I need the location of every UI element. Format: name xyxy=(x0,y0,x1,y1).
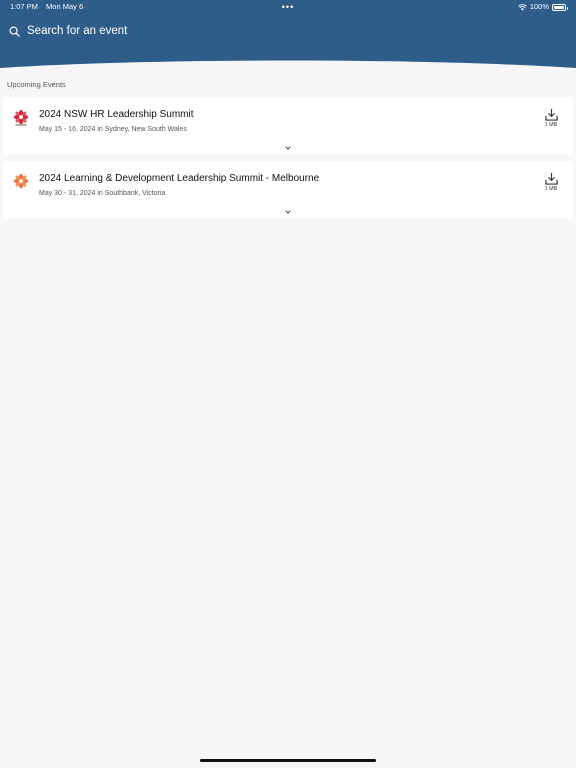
event-logo xyxy=(13,109,29,126)
download-icon xyxy=(544,173,558,185)
section-title: Upcoming Events xyxy=(7,80,66,89)
wifi-icon xyxy=(517,3,527,11)
event-card[interactable]: 2024 Learning & Development Leadership S… xyxy=(3,161,573,219)
status-time: 1:07 PM xyxy=(10,2,38,11)
event-title[interactable]: 2024 NSW HR Leadership Summit xyxy=(39,109,194,120)
status-right: 100% xyxy=(517,0,568,14)
status-bar: 1:07 PM Mon May 6 ••• 100% xyxy=(0,0,576,14)
search-icon xyxy=(9,26,20,37)
battery-icon xyxy=(552,3,568,11)
event-subtitle: May 15 - 16, 2024 in Sydney, New South W… xyxy=(39,126,187,133)
event-logo xyxy=(13,173,29,189)
multitasking-dots[interactable]: ••• xyxy=(282,0,294,14)
header-wave xyxy=(0,60,576,72)
download-size: 1 MB xyxy=(544,186,558,192)
event-subtitle: May 30 - 31, 2024 in Southbank, Victoria xyxy=(39,190,166,197)
download-button[interactable]: 1 MB xyxy=(541,173,561,192)
battery-percent: 100% xyxy=(529,2,549,11)
search-input[interactable]: Search for an event xyxy=(27,25,127,37)
event-title[interactable]: 2024 Learning & Development Leadership S… xyxy=(39,173,319,184)
battery-fill xyxy=(554,5,564,9)
status-left: 1:07 PM Mon May 6 xyxy=(10,0,83,14)
download-size: 1 MB xyxy=(544,122,558,128)
app-header: 1:07 PM Mon May 6 ••• 100% Search for an… xyxy=(0,0,576,72)
home-indicator[interactable] xyxy=(200,759,376,762)
status-date: Mon May 6 xyxy=(46,2,84,11)
download-icon xyxy=(544,109,558,121)
event-card[interactable]: 2024 NSW HR Leadership Summit May 15 - 1… xyxy=(3,97,573,155)
chevron-down-icon[interactable] xyxy=(282,144,294,152)
download-button[interactable]: 1 MB xyxy=(541,109,561,128)
chevron-down-icon[interactable] xyxy=(282,208,294,216)
search-bar[interactable]: Search for an event xyxy=(9,25,127,37)
